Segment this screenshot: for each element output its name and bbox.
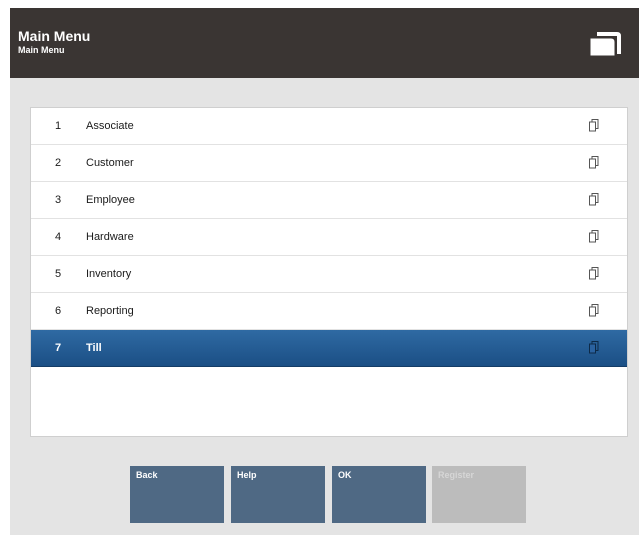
menu-item-number: 7: [55, 342, 62, 354]
menu-item-label: Reporting: [86, 305, 134, 317]
menu-item-number: 2: [55, 157, 62, 169]
submenu-icon: [589, 230, 599, 243]
menu-item-employee[interactable]: 3 Employee: [31, 182, 627, 219]
submenu-icon: [589, 156, 599, 169]
documents-icon: [589, 32, 621, 57]
menu-item-label: Associate: [86, 120, 134, 132]
menu-list: 1 Associate 2 Customer 3 Employee 4 Hard…: [30, 107, 628, 437]
menu-item-number: 6: [55, 305, 62, 317]
header-bar: Main Menu Main Menu: [10, 8, 639, 78]
submenu-icon: [589, 193, 599, 206]
menu-item-number: 5: [55, 268, 62, 280]
submenu-icon: [589, 341, 599, 354]
menu-item-number: 1: [55, 120, 62, 132]
menu-item-till[interactable]: 7 Till: [31, 330, 627, 367]
menu-item-label: Customer: [86, 157, 134, 169]
menu-item-label: Inventory: [86, 268, 132, 280]
submenu-icon: [589, 267, 599, 280]
menu-item-label: Hardware: [86, 231, 134, 243]
help-button[interactable]: Help: [231, 466, 325, 523]
menu-item-associate[interactable]: 1 Associate: [31, 108, 627, 145]
menu-item-reporting[interactable]: 6 Reporting: [31, 293, 627, 330]
submenu-icon: [589, 304, 599, 317]
back-button[interactable]: Back: [130, 466, 224, 523]
menu-item-number: 4: [55, 231, 62, 243]
menu-item-label: Employee: [86, 194, 135, 206]
menu-item-inventory[interactable]: 5 Inventory: [31, 256, 627, 293]
menu-item-label: Till: [86, 342, 102, 354]
menu-item-hardware[interactable]: 4 Hardware: [31, 219, 627, 256]
ok-button[interactable]: OK: [332, 466, 426, 523]
submenu-icon: [589, 119, 599, 132]
menu-item-number: 3: [55, 194, 62, 206]
page-title: Main Menu: [18, 28, 91, 44]
page-subtitle: Main Menu: [18, 45, 65, 55]
register-button[interactable]: Register: [432, 466, 526, 523]
app-frame: Main Menu Main Menu 1 Associate 2 Custom…: [10, 8, 639, 535]
menu-item-customer[interactable]: 2 Customer: [31, 145, 627, 182]
